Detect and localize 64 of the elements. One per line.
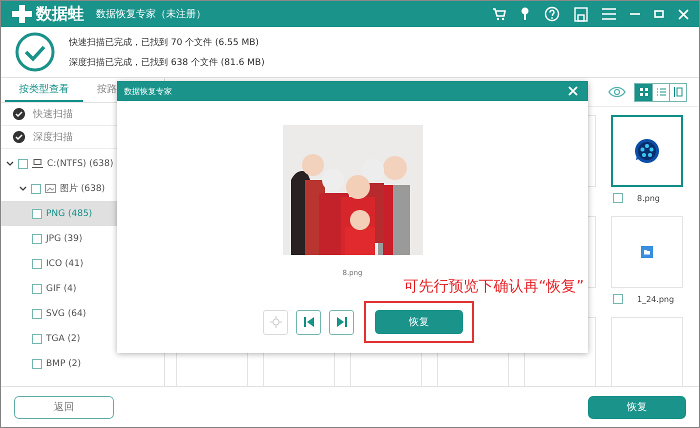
checkbox[interactable] [613, 193, 623, 203]
logo-cross-icon [11, 4, 33, 24]
grid-icon [638, 87, 648, 97]
list-icon [656, 87, 666, 97]
checkbox[interactable] [32, 308, 42, 318]
folder-icon [641, 246, 653, 258]
drive-icon [32, 159, 43, 168]
file-name: 1_24.png [637, 294, 674, 304]
checkbox[interactable] [32, 258, 42, 268]
checkbox[interactable] [32, 334, 42, 344]
window-title: 数据恢复专家（未注册） [96, 8, 206, 21]
checkbox[interactable] [32, 208, 42, 218]
recover-button[interactable]: 恢复 [375, 310, 463, 334]
help-icon[interactable] [544, 6, 560, 22]
minimize-icon[interactable] [630, 12, 640, 16]
checkbox[interactable] [18, 158, 28, 168]
tree-item[interactable]: ICO (41) [1, 251, 164, 276]
view-tab[interactable]: 按类型查看 [5, 78, 83, 102]
app-logo: 数据蛙 [36, 4, 84, 24]
cart-icon[interactable] [492, 7, 506, 21]
scan-summary-text: 深度扫描已完成，已找到 638 个文件 (81.6 MB) [69, 56, 265, 68]
menu-icon[interactable] [602, 8, 616, 20]
crosshair-icon [270, 316, 282, 328]
scan-label: 深度扫描 [33, 130, 73, 144]
annotation-text: 可先行预览下确认再“恢复” [403, 277, 584, 296]
previous-button[interactable] [296, 310, 321, 334]
checkbox[interactable] [32, 284, 42, 294]
scan-label: 快速扫描 [33, 108, 73, 121]
recover-button[interactable]: 恢复 [588, 396, 686, 418]
check-circle-icon [15, 32, 55, 72]
checkbox[interactable] [32, 358, 42, 368]
eye-icon[interactable] [608, 86, 626, 98]
skip-forward-icon [336, 316, 348, 328]
chevron-down-icon[interactable] [19, 186, 27, 192]
tree-item[interactable]: SVG (64) [1, 301, 164, 326]
close-icon[interactable] [568, 86, 578, 96]
tree-item[interactable]: 图片 (638) [1, 176, 164, 201]
checkbox[interactable] [32, 234, 42, 244]
dialog-title: 数据恢复专家 [124, 86, 172, 96]
chevron-down-icon[interactable] [6, 160, 14, 166]
check-badge-icon[interactable] [13, 131, 25, 143]
file-thumbnail[interactable] [611, 115, 683, 187]
tree-item[interactable]: TGA (2) [1, 326, 164, 351]
checkbox[interactable] [31, 184, 41, 194]
maximize-icon[interactable] [654, 10, 664, 18]
tree-item[interactable]: JPG (39) [1, 226, 164, 251]
tree-item[interactable]: GIF (4) [1, 276, 164, 301]
next-button[interactable] [329, 310, 354, 334]
film-reel-icon [634, 138, 660, 164]
checkbox[interactable] [613, 294, 623, 304]
image-icon [45, 184, 56, 193]
key-icon[interactable] [520, 7, 530, 21]
tree-item[interactable]: C:(NTFS) (638) [1, 151, 164, 176]
scan-summary-text: 快速扫描已完成，已找到 70 个文件 (6.55 MB) [69, 36, 260, 48]
check-badge-icon[interactable] [13, 108, 25, 120]
back-button[interactable]: 返回 [14, 396, 114, 418]
save-icon[interactable] [574, 6, 588, 22]
tree-item[interactable]: BMP (2) [1, 351, 164, 376]
close-icon[interactable] [678, 8, 689, 20]
file-name: 8.png [637, 194, 660, 202]
grid-view-button[interactable] [635, 84, 652, 100]
list-view-button[interactable] [652, 84, 669, 100]
columns-icon [673, 87, 683, 97]
skip-back-icon [302, 316, 314, 328]
